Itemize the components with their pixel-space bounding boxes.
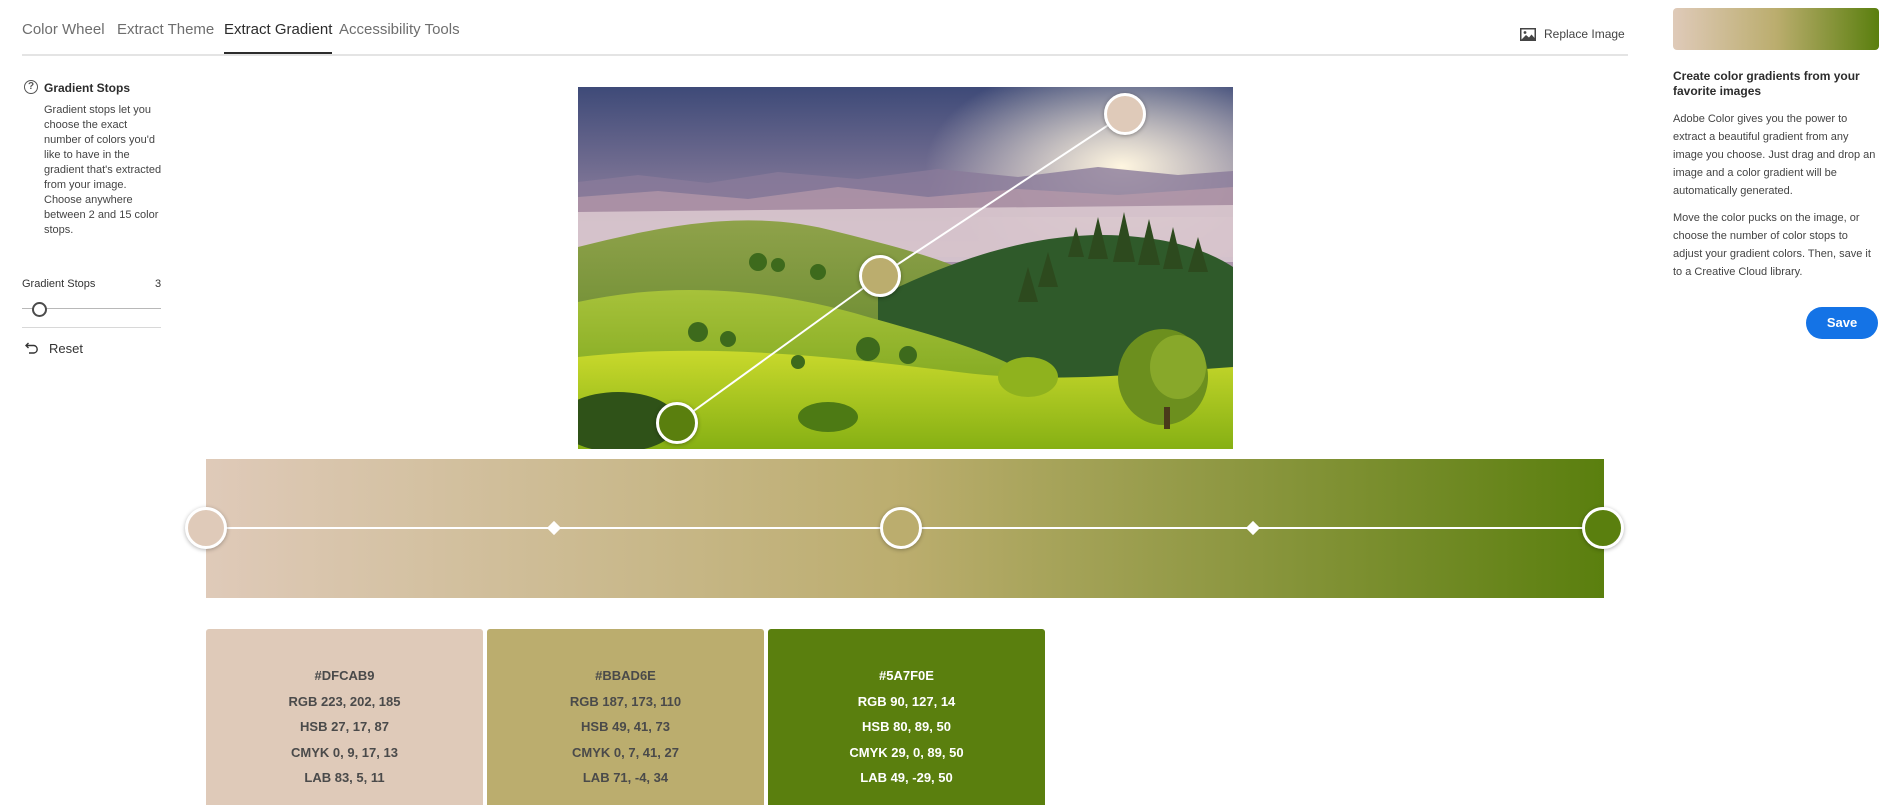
save-button[interactable]: Save <box>1806 307 1878 339</box>
swatch-hsb: HSB 27, 17, 87 <box>300 719 389 734</box>
reset-label: Reset <box>49 341 83 356</box>
swatch-lab: LAB 83, 5, 11 <box>304 770 385 785</box>
swatch-hex: #5A7F0E <box>879 668 934 683</box>
tab-accessibility-tools[interactable]: Accessibility Tools <box>339 21 460 38</box>
gradient-thumbnail <box>1673 8 1879 50</box>
info-icon: ? <box>24 80 38 94</box>
tab-extract-gradient[interactable]: Extract Gradient <box>224 21 333 54</box>
gradient-stop-2[interactable] <box>880 507 922 549</box>
swatch-hex: #BBAD6E <box>595 668 656 683</box>
color-swatch-3[interactable]: #5A7F0E RGB 90, 127, 14 HSB 80, 89, 50 C… <box>768 629 1045 805</box>
color-swatch-1[interactable]: #DFCAB9 RGB 223, 202, 185 HSB 27, 17, 87… <box>206 629 483 805</box>
swatch-lab: LAB 71, -4, 34 <box>582 770 669 785</box>
gradient-stop-3[interactable] <box>1582 507 1624 549</box>
right-panel-paragraph-1: Adobe Color gives you the power to extra… <box>1673 113 1876 197</box>
gradient-stops-slider-label: Gradient Stops <box>22 278 96 290</box>
tab-color-wheel[interactable]: Color Wheel <box>22 21 105 38</box>
swatch-cmyk: CMYK 0, 7, 41, 27 <box>572 744 679 760</box>
source-image[interactable] <box>578 87 1233 449</box>
reset-button[interactable]: Reset <box>24 341 83 356</box>
swatch-cmyk: CMYK 29, 0, 89, 50 <box>849 744 964 760</box>
right-panel-paragraph-2: Move the color pucks on the image, or ch… <box>1673 212 1871 278</box>
swatch-rgb: RGB 223, 202, 185 <box>288 693 401 709</box>
swatch-rgb: RGB 187, 173, 110 <box>569 693 682 709</box>
gradient-stops-slider-thumb[interactable] <box>32 302 47 317</box>
swatch-hsb: HSB 49, 41, 73 <box>581 719 670 734</box>
swatch-cmyk: CMYK 0, 9, 17, 13 <box>291 744 398 760</box>
gradient-stop-1[interactable] <box>185 507 227 549</box>
replace-image-label: Replace Image <box>1544 27 1625 41</box>
tab-extract-theme[interactable]: Extract Theme <box>117 21 214 38</box>
gradient-stops-title: Gradient Stops <box>44 81 131 95</box>
replace-image-button[interactable]: Replace Image <box>1520 27 1625 41</box>
image-icon <box>1520 27 1536 41</box>
gradient-stops-description: Gradient stops let you choose the exact … <box>44 104 162 236</box>
color-puck-3[interactable] <box>656 402 698 444</box>
reset-icon <box>25 342 38 354</box>
swatch-lab: LAB 49, -29, 50 <box>860 770 953 785</box>
right-panel-title: Create color gradients from your favorit… <box>1673 69 1860 98</box>
color-swatch-2[interactable]: #BBAD6E RGB 187, 173, 110 HSB 49, 41, 73… <box>487 629 764 805</box>
gradient-stops-value: 3 <box>155 278 162 290</box>
tab-bar: Color Wheel Extract Theme Extract Gradie… <box>22 0 1628 56</box>
color-puck-2[interactable] <box>859 255 901 297</box>
color-puck-1[interactable] <box>1104 93 1146 135</box>
swatch-hex: #DFCAB9 <box>314 668 375 683</box>
swatch-rgb: RGB 90, 127, 14 <box>857 693 956 709</box>
swatch-hsb: HSB 80, 89, 50 <box>862 719 951 734</box>
divider <box>22 327 161 328</box>
puck-guide-line <box>676 113 1126 424</box>
